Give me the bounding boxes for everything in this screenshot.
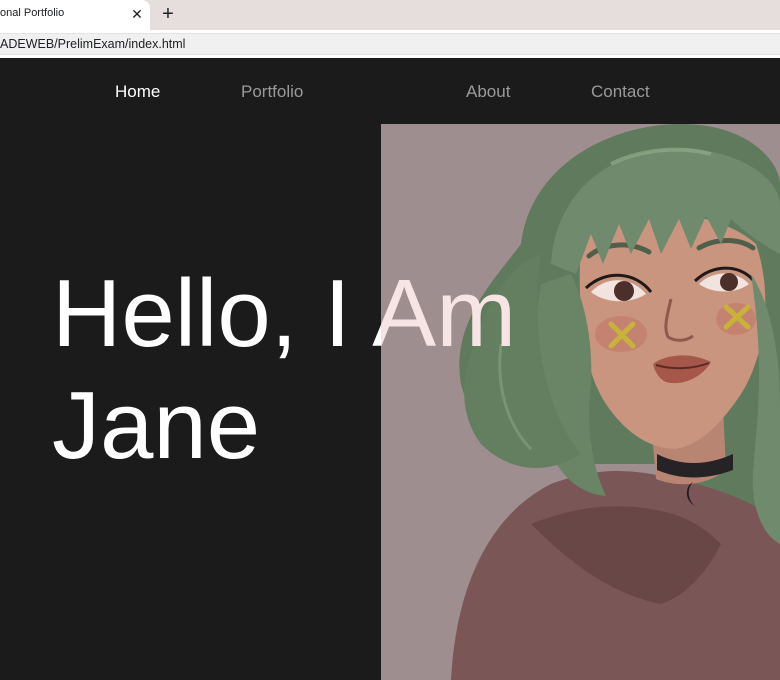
nav-link-about[interactable]: About <box>466 82 510 102</box>
nav-link-portfolio[interactable]: Portfolio <box>241 82 303 102</box>
browser-tab-strip: onal Portfolio ✕ + <box>0 0 780 30</box>
hero-heading-line-1: Hello, I Am <box>52 258 516 370</box>
url-field[interactable]: ADEWEB/PrelimExam/index.html <box>0 33 780 55</box>
main-nav: Home Portfolio About Contact <box>0 58 780 124</box>
page-body: Home Portfolio About Contact Hello, I Am… <box>0 58 780 680</box>
tab-title: onal Portfolio <box>0 7 65 19</box>
nav-link-contact[interactable]: Contact <box>591 82 650 102</box>
new-tab-icon[interactable]: + <box>158 3 178 25</box>
url-text: ADEWEB/PrelimExam/index.html <box>0 37 186 51</box>
hero-heading-line-2: Jane <box>52 372 261 479</box>
hero-heading: Hello, I Am Jane <box>52 258 516 482</box>
close-tab-icon[interactable]: ✕ <box>130 4 144 24</box>
address-bar: ADEWEB/PrelimExam/index.html <box>0 30 780 58</box>
nav-link-home[interactable]: Home <box>115 82 160 102</box>
browser-tab[interactable]: onal Portfolio ✕ <box>0 0 150 30</box>
